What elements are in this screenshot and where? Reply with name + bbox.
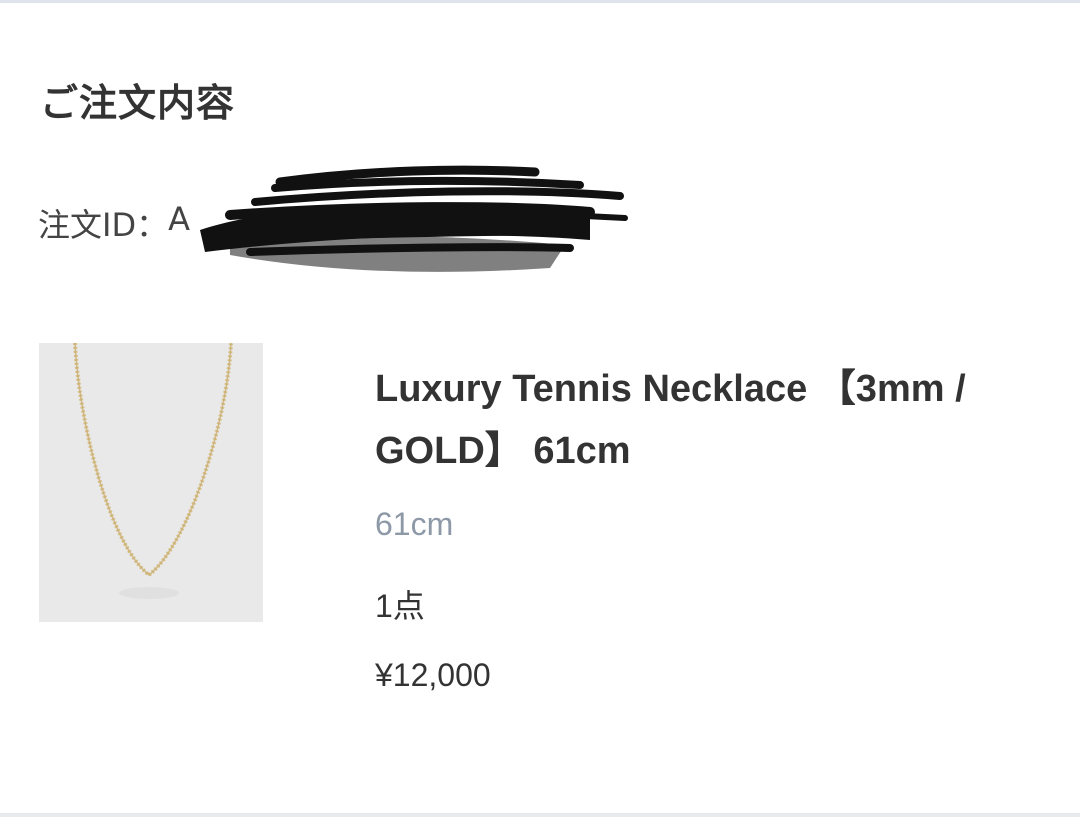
bottom-divider: [0, 813, 1080, 817]
product-price: ¥12,000: [375, 657, 491, 693]
necklace-image: [39, 343, 263, 622]
redaction-scribble: [200, 165, 628, 272]
product-variant: 61cm: [375, 506, 454, 542]
order-id-label: 注文ID：: [38, 206, 169, 244]
section-title: ご注文内容: [40, 81, 236, 125]
product-quantity: 1点: [375, 588, 425, 624]
top-divider: [0, 0, 1080, 3]
product-name[interactable]: Luxury Tennis Necklace 【3mm / GOLD】 61cm: [375, 358, 1065, 482]
